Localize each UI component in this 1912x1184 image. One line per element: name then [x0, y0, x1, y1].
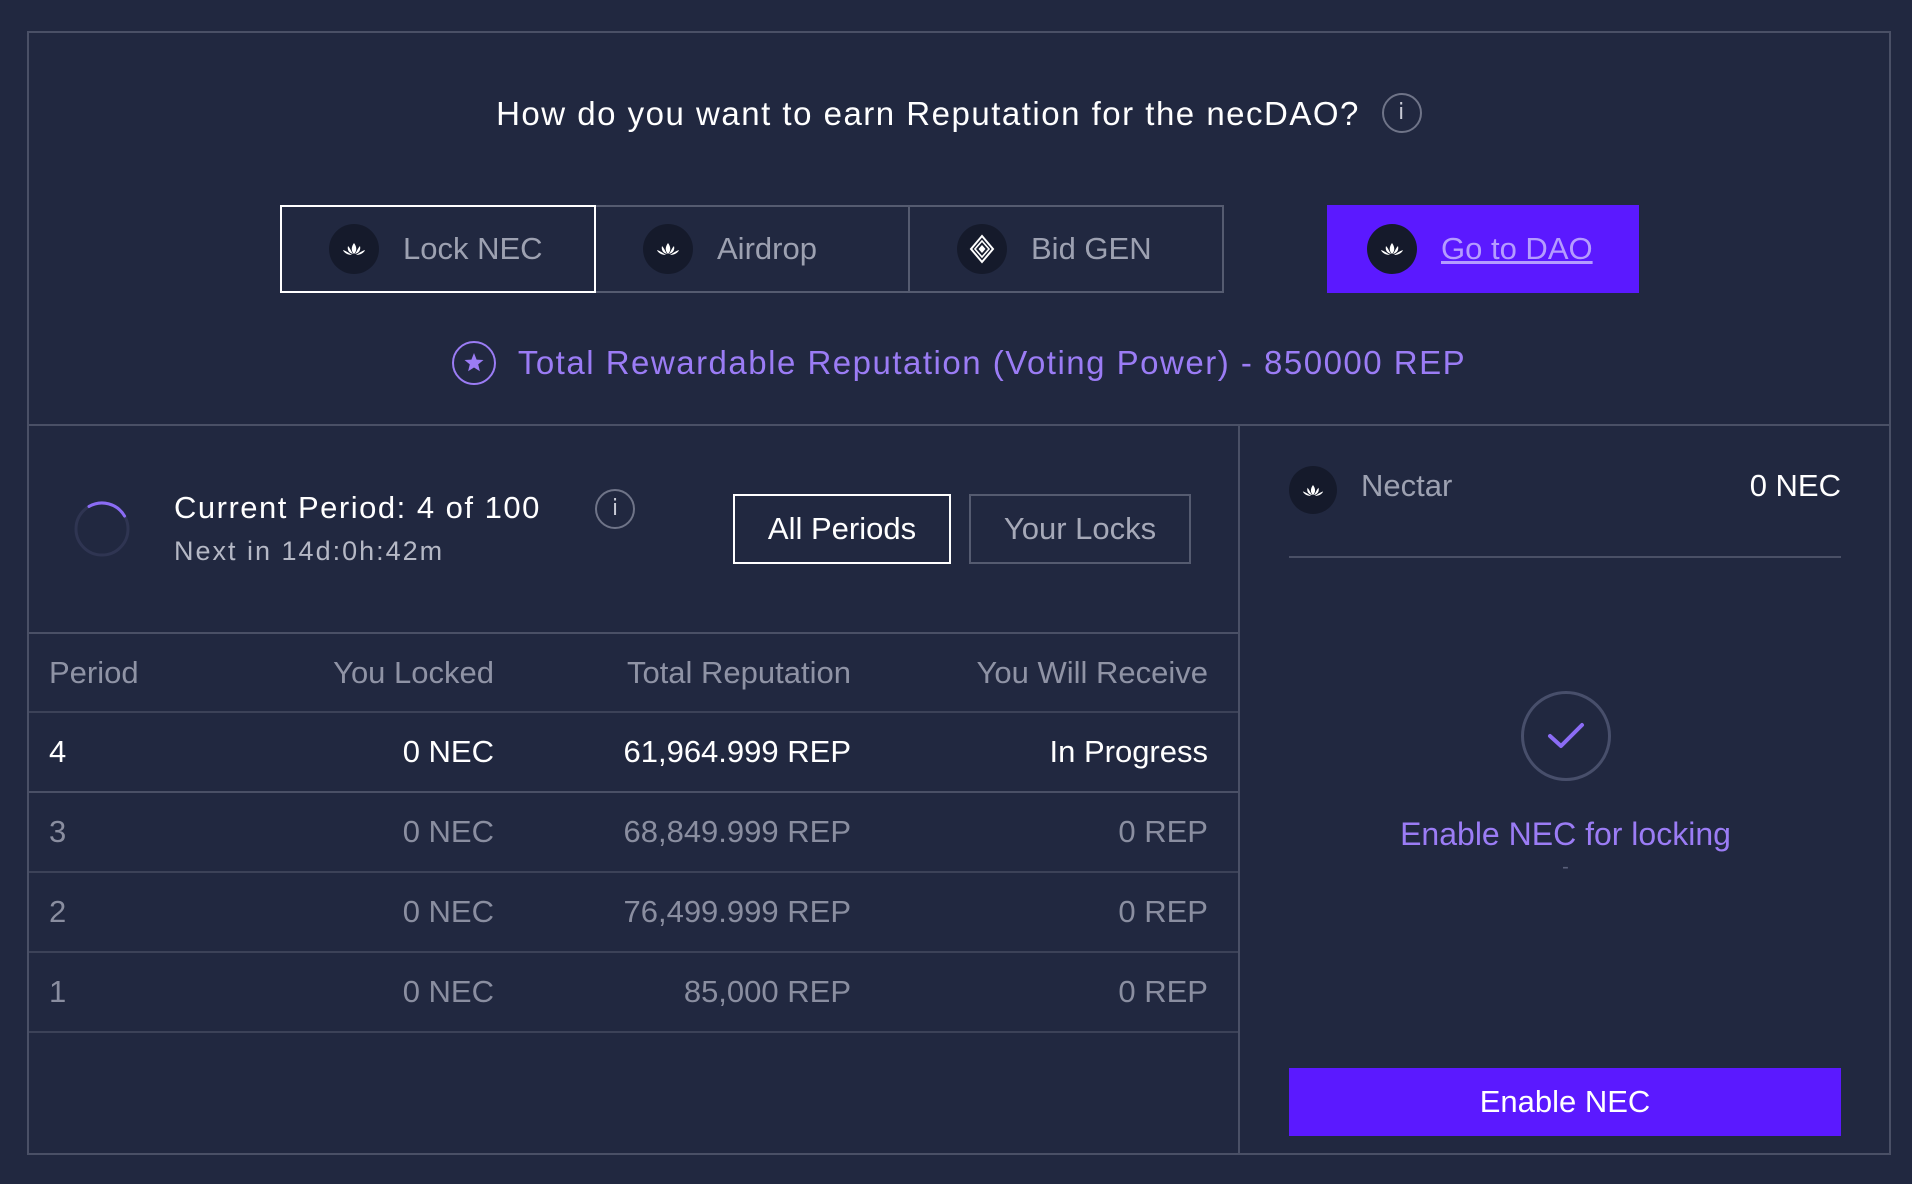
periods-pane: Current Period: 4 of 100 Next in 14d:0h:… [29, 426, 1240, 1155]
cell-total-reputation: 61,964.999 REP [623, 734, 851, 769]
cell-you-locked: 0 NEC [402, 814, 494, 849]
gen-diamond-icon [957, 224, 1007, 274]
enable-nec-button[interactable]: Enable NEC [1289, 1068, 1841, 1136]
earn-reputation-header: How do you want to earn Reputation for t… [29, 33, 1889, 426]
lock-nec-panel: How do you want to earn Reputation for t… [27, 31, 1891, 1155]
info-icon[interactable]: i [1381, 93, 1422, 134]
column-header-period: Period [49, 654, 139, 690]
cell-you-will-receive: 0 REP [1118, 974, 1208, 1009]
go-to-dao-button[interactable]: Go to DAO [1327, 205, 1639, 293]
table-row[interactable]: 1 0 NEC 85,000 REP 0 REP [29, 953, 1238, 1033]
tab-label: Lock NEC [403, 231, 543, 266]
table-row[interactable]: 2 0 NEC 76,499.999 REP 0 REP [29, 873, 1238, 953]
enable-nec-status: Enable NEC for locking [1400, 816, 1731, 852]
cell-you-locked: 0 NEC [402, 894, 494, 929]
next-period-countdown: Next in 14d:0h:42m [174, 536, 445, 566]
earn-question: How do you want to earn Reputation for t… [29, 93, 1889, 136]
current-period: Current Period: 4 of 100 [174, 490, 541, 525]
cell-you-locked: 0 NEC [402, 734, 494, 769]
total-rewardable-reputation: Total Rewardable Reputation (Voting Powe… [29, 341, 1889, 385]
cell-you-will-receive: In Progress [1049, 734, 1208, 769]
tab-label: Airdrop [717, 231, 817, 266]
tab-airdrop[interactable]: Airdrop [594, 205, 910, 293]
cell-total-reputation: 68,849.999 REP [623, 814, 851, 849]
star-icon [451, 341, 496, 385]
lock-form-pane: Nectar 0 NEC Enable NEC for locking - En… [1240, 426, 1891, 1155]
enable-nec-substatus: - [1562, 856, 1569, 878]
lotus-icon [1367, 224, 1417, 274]
cell-total-reputation: 85,000 REP [683, 974, 851, 1009]
tab-bid-gen[interactable]: Bid GEN [908, 205, 1224, 293]
table-header-row: Period You Locked Total Reputation You W… [29, 634, 1238, 713]
column-header-you-will-receive: You Will Receive [976, 654, 1208, 690]
go-to-dao-label: Go to DAO [1441, 231, 1593, 266]
cell-you-will-receive: 0 REP [1118, 814, 1208, 849]
column-header-you-locked: You Locked [333, 654, 494, 690]
checkmark-icon [1521, 691, 1611, 781]
earn-method-tabs: Lock NEC Airdrop Bid GEN [280, 205, 1224, 293]
lotus-icon [1289, 466, 1337, 514]
lotus-icon [329, 224, 379, 274]
your-locks-button[interactable]: Your Locks [969, 494, 1191, 564]
all-periods-button[interactable]: All Periods [733, 494, 951, 564]
token-balance: 0 NEC [1749, 468, 1841, 503]
cell-period: 4 [49, 734, 67, 769]
cell-you-will-receive: 0 REP [1118, 894, 1208, 929]
column-header-total-reputation: Total Reputation [626, 654, 851, 690]
earn-question-text: How do you want to earn Reputation for t… [496, 95, 1360, 132]
period-progress-ring [74, 501, 130, 557]
cell-period: 3 [49, 814, 67, 849]
period-header: Current Period: 4 of 100 Next in 14d:0h:… [29, 426, 1238, 634]
rewardable-text: Total Rewardable Reputation (Voting Powe… [517, 344, 1467, 381]
table-row[interactable]: 3 0 NEC 68,849.999 REP 0 REP [29, 793, 1238, 873]
cell-period: 1 [49, 974, 67, 1009]
lotus-icon [643, 224, 693, 274]
token-name: Nectar [1361, 468, 1453, 503]
tab-lock-nec[interactable]: Lock NEC [280, 205, 596, 293]
cell-total-reputation: 76,499.999 REP [623, 894, 851, 929]
periods-table: Period You Locked Total Reputation You W… [29, 634, 1238, 1033]
table-row[interactable]: 4 0 NEC 61,964.999 REP In Progress [29, 713, 1238, 793]
cell-you-locked: 0 NEC [402, 974, 494, 1009]
tab-label: Bid GEN [1031, 231, 1152, 266]
token-balance-row: Nectar 0 NEC [1289, 466, 1841, 558]
info-icon[interactable]: i [595, 489, 635, 529]
cell-period: 2 [49, 894, 67, 929]
